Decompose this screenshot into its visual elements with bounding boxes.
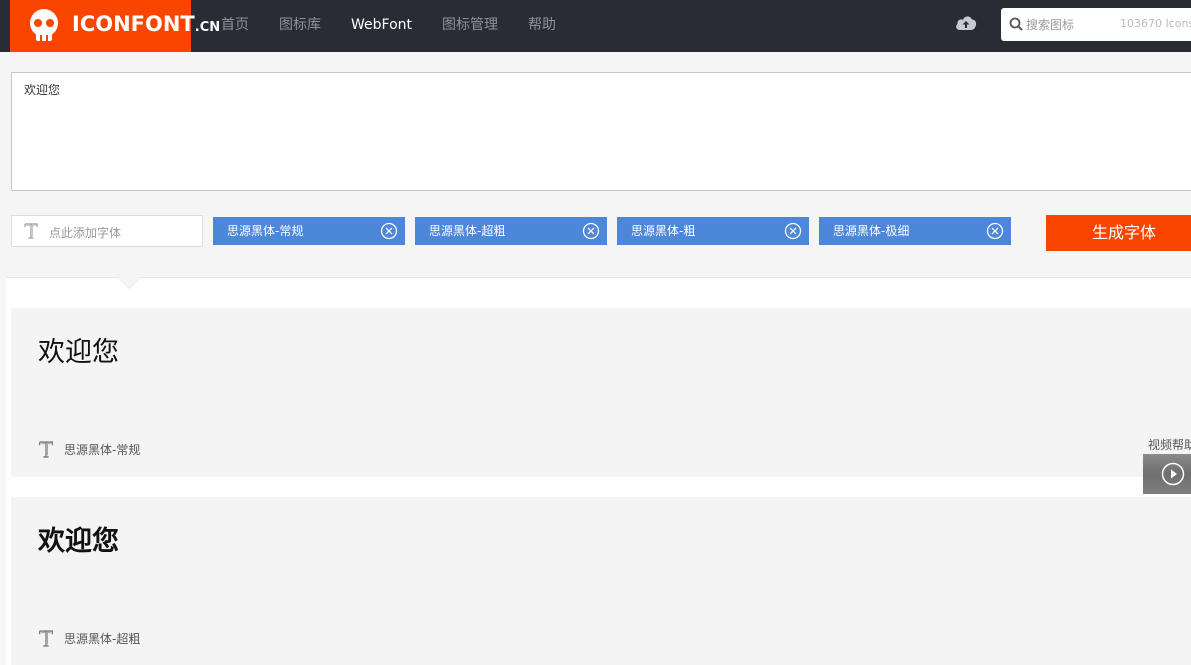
cloud-upload-icon[interactable] bbox=[955, 14, 977, 32]
font-t-icon bbox=[24, 223, 38, 239]
font-tag: 思源黑体-粗 bbox=[617, 217, 809, 245]
play-icon bbox=[1161, 462, 1185, 486]
font-t-icon bbox=[38, 630, 54, 647]
font-tag: 思源黑体-常规 bbox=[213, 217, 405, 245]
search-box: 103670 Icons bbox=[1001, 8, 1191, 41]
preview-font-name: 思源黑体-常规 bbox=[38, 441, 140, 458]
font-tag-label: 思源黑体-粗 bbox=[631, 224, 696, 238]
video-help-label[interactable]: 视频帮助 bbox=[1148, 436, 1191, 453]
font-tag: 思源黑体-极细 bbox=[819, 217, 1011, 245]
nav-webfont[interactable]: WebFont bbox=[336, 0, 427, 52]
video-help-thumbnail[interactable] bbox=[1143, 454, 1191, 494]
font-tag-label: 思源黑体-极细 bbox=[833, 224, 910, 238]
preview-text-input[interactable]: 欢迎您 bbox=[11, 72, 1191, 191]
search-input[interactable] bbox=[1026, 8, 1116, 41]
remove-font-icon[interactable] bbox=[784, 222, 802, 240]
font-tag-label: 思源黑体-超粗 bbox=[429, 224, 506, 238]
remove-font-icon[interactable] bbox=[582, 222, 600, 240]
generate-font-button[interactable]: 生成字体 bbox=[1046, 215, 1191, 251]
nav-help[interactable]: 帮助 bbox=[513, 0, 571, 52]
add-font-button[interactable]: 点此添加字体 bbox=[11, 215, 203, 247]
preview-font-name: 思源黑体-超粗 bbox=[38, 630, 140, 647]
logo-text: ICONFONT.CN bbox=[72, 12, 221, 36]
font-t-icon bbox=[38, 441, 54, 458]
nav-icon-library[interactable]: 图标库 bbox=[264, 0, 336, 52]
skull-logo-icon bbox=[30, 9, 58, 41]
font-preview-card: 欢迎您 思源黑体-超粗 bbox=[11, 497, 1191, 665]
nav-icon-management[interactable]: 图标管理 bbox=[427, 0, 513, 52]
top-header: ICONFONT.CN 首页 图标库 WebFont 图标管理 帮助 10367… bbox=[0, 0, 1191, 52]
search-icon bbox=[1009, 17, 1023, 31]
main-nav: 首页 图标库 WebFont 图标管理 帮助 bbox=[206, 0, 571, 52]
font-tag-label: 思源黑体-常规 bbox=[227, 224, 304, 238]
preview-text: 欢迎您 bbox=[38, 526, 119, 557]
preview-text: 欢迎您 bbox=[38, 337, 119, 368]
preview-font-label: 思源黑体-超粗 bbox=[64, 632, 141, 646]
iconfont-logo[interactable]: ICONFONT.CN bbox=[10, 0, 220, 52]
nav-home[interactable]: 首页 bbox=[206, 0, 264, 52]
remove-font-icon[interactable] bbox=[380, 222, 398, 240]
remove-font-icon[interactable] bbox=[986, 222, 1004, 240]
add-font-label: 点此添加字体 bbox=[49, 226, 122, 240]
preview-font-label: 思源黑体-常规 bbox=[64, 443, 141, 457]
font-tag: 思源黑体-超粗 bbox=[415, 217, 607, 245]
panel-pointer-fill bbox=[118, 277, 140, 288]
icon-count: 103670 Icons bbox=[1120, 17, 1191, 30]
font-preview-card: 欢迎您 思源黑体-常规 bbox=[11, 308, 1191, 477]
